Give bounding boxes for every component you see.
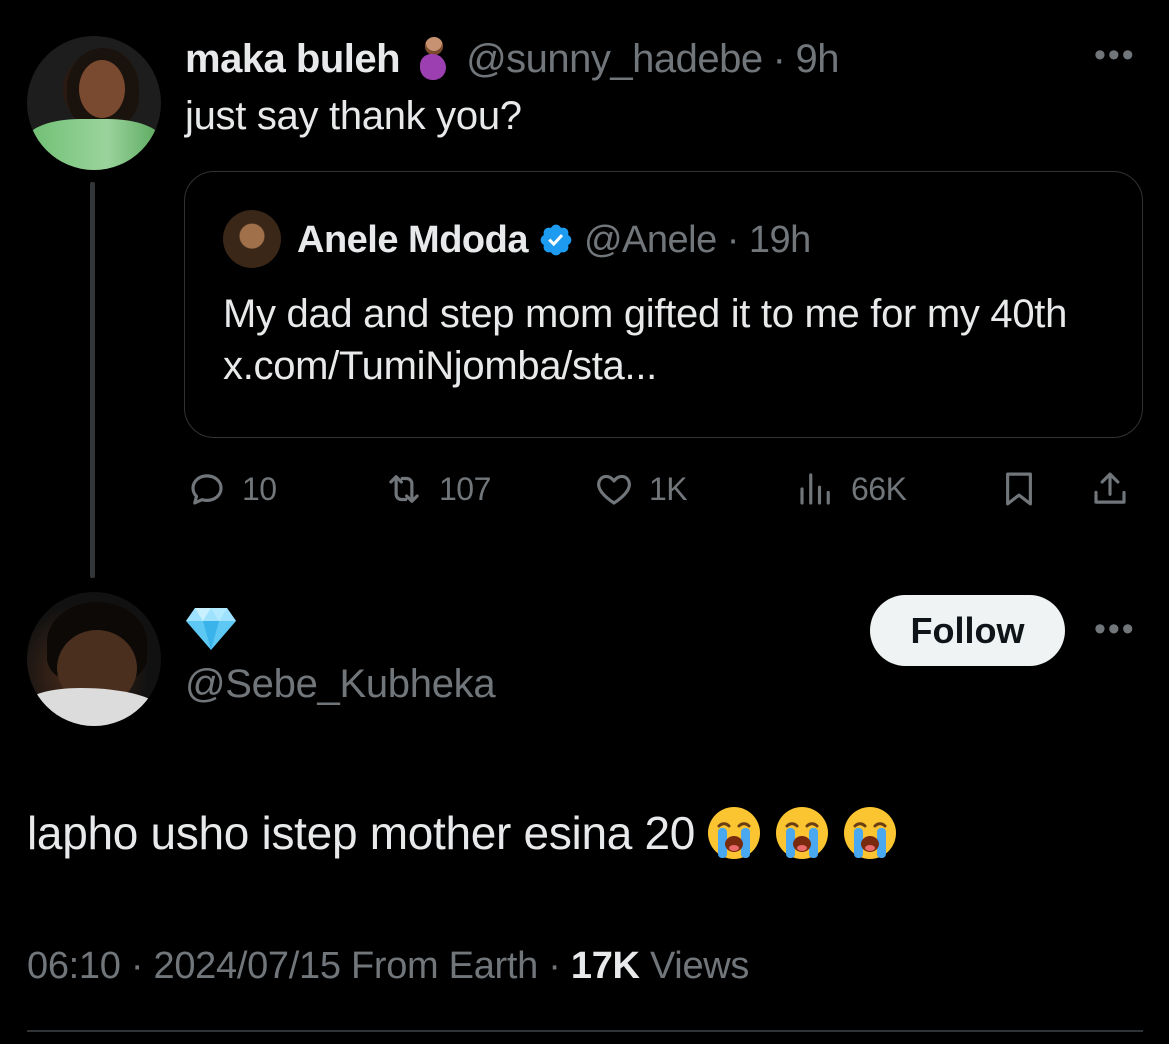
reply-handle[interactable]: @Sebe_Kubheka [185, 662, 496, 707]
reply-tweet-text: lapho usho istep mother esina 20 [27, 804, 899, 862]
reply-count: 10 [242, 470, 277, 507]
like-button[interactable]: 1K [593, 467, 688, 511]
pregnant-woman-icon [416, 37, 450, 81]
tweet-time[interactable]: 06:10 [27, 945, 121, 987]
quoted-tweet-card[interactable]: Anele Mdoda @Anele · 19h My dad and step… [184, 171, 1143, 438]
gem-icon [186, 608, 236, 650]
parent-time[interactable]: 9h [795, 37, 839, 82]
quoted-display-name: Anele Mdoda [297, 218, 528, 261]
parent-display-name[interactable]: maka buleh [185, 37, 401, 82]
bookmark-button[interactable] [998, 467, 1040, 511]
view-count: 66K [851, 470, 907, 507]
quoted-tweet-header: Anele Mdoda @Anele · 19h [297, 212, 811, 268]
heart-icon [597, 474, 631, 505]
tweet-views-label: Views [649, 945, 750, 987]
reply-button[interactable]: 10 [186, 467, 277, 511]
share-icon [1094, 472, 1126, 504]
follow-button[interactable]: Follow [870, 595, 1065, 666]
views-button[interactable]: 66K [795, 467, 907, 511]
tweet-source: From Earth [350, 945, 538, 987]
verified-badge-icon [540, 224, 572, 256]
divider [27, 1030, 1143, 1032]
reply-icon [191, 474, 223, 505]
thread-connector-line [90, 182, 95, 578]
parent-tweet-text: just say thank you? [185, 94, 522, 138]
reply-text-body: lapho usho istep mother esina 20 [27, 807, 696, 859]
tweet-date[interactable]: 2024/07/15 [153, 945, 340, 987]
quoted-handle: @Anele [583, 218, 717, 261]
like-count: 1K [649, 470, 688, 507]
repost-count: 107 [439, 470, 491, 507]
more-dots-icon[interactable]: ••• [1094, 38, 1136, 72]
tweet-view-count[interactable]: 17K [571, 945, 640, 987]
parent-handle[interactable]: @sunny_hadebe [466, 37, 763, 82]
avatar-sunny-hadebe[interactable] [27, 36, 161, 170]
avatar-sebe-kubheka[interactable] [27, 592, 161, 726]
repost-button[interactable]: 107 [383, 467, 491, 511]
separator-dot: · [726, 218, 740, 261]
analytics-icon [800, 473, 830, 505]
repost-icon [389, 475, 419, 503]
parent-tweet-header: maka buleh @sunny_hadebe · 9h [185, 34, 839, 84]
quoted-time: 19h [748, 218, 811, 261]
loudly-crying-face-icon [776, 807, 829, 859]
separator-dot: · [772, 36, 786, 81]
avatar-anele [223, 210, 281, 268]
loudly-crying-face-icon [844, 807, 897, 859]
share-button[interactable] [1089, 467, 1131, 511]
loudly-crying-face-icon [708, 807, 761, 859]
tweet-thread-view: maka buleh @sunny_hadebe · 9h ••• just s… [0, 0, 1169, 1044]
tweet-metadata: 06:10 · 2024/07/15 From Earth · 17K View… [27, 945, 750, 987]
quoted-tweet-text: My dad and step mom gifted it to me for … [223, 292, 1068, 388]
more-dots-icon[interactable]: ••• [1094, 612, 1136, 646]
bookmark-icon [1006, 472, 1032, 506]
